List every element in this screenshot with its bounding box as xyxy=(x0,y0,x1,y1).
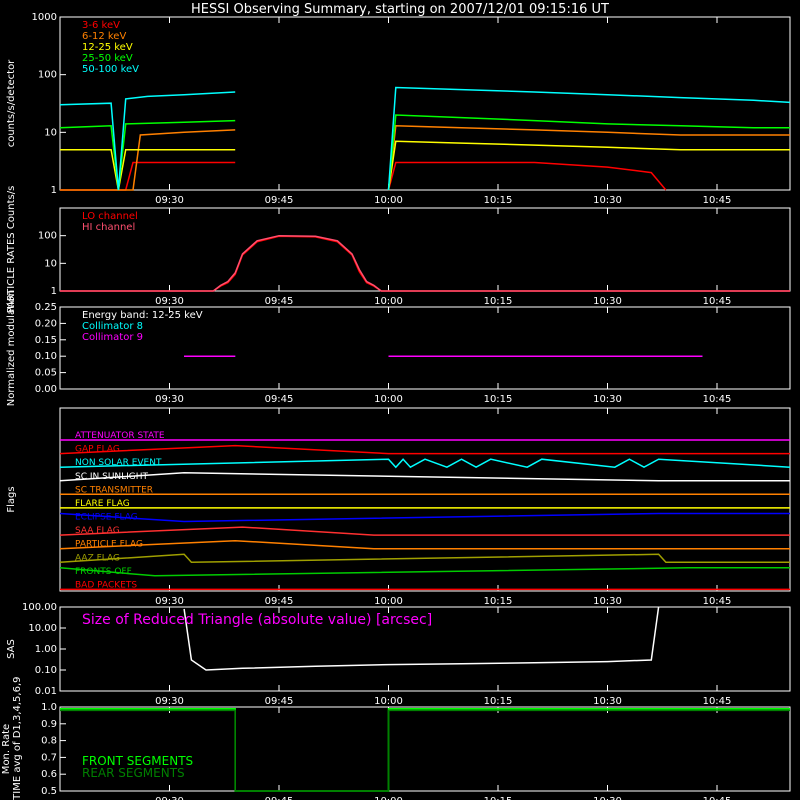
y-tick-label: 10.00 xyxy=(28,623,57,634)
y-tick-label: 0.25 xyxy=(35,302,57,313)
legend-entry: Collimator 9 xyxy=(82,332,143,343)
y-tick-label: 100 xyxy=(38,70,57,81)
x-tick-label: 10:00 xyxy=(374,394,403,405)
y-axis-label: LIVETIME avg of D1,3,4,5,6,9 xyxy=(12,676,23,800)
x-tick-label: 10:15 xyxy=(484,394,513,405)
y-tick-label: 0.00 xyxy=(35,384,57,395)
x-tick-label: 10:00 xyxy=(374,596,403,607)
x-tick-label: 09:45 xyxy=(265,796,294,800)
x-tick-label: 09:45 xyxy=(265,596,294,607)
legend-entry: 6-12 keV xyxy=(82,31,126,42)
y-tick-label: 10 xyxy=(44,258,57,269)
y-axis-label: Mon. Rate xyxy=(1,724,12,774)
legend-entry: 12-25 keV xyxy=(82,42,133,53)
y-tick-label: 1.0 xyxy=(41,702,57,713)
legend-entry: 25-50 keV xyxy=(82,53,133,64)
x-tick-label: 10:15 xyxy=(484,596,513,607)
x-tick-label: 09:45 xyxy=(265,394,294,405)
y-tick-label: 0.10 xyxy=(35,665,57,676)
x-tick-label: 09:30 xyxy=(155,796,184,800)
y-axis-label: SAS xyxy=(6,639,17,659)
legend-entry: 3-6 keV xyxy=(82,20,120,31)
x-tick-label: 10:30 xyxy=(593,296,622,307)
x-tick-label: 10:45 xyxy=(703,195,732,206)
flag-label: ATTENUATOR STATE xyxy=(75,431,165,441)
x-tick-label: 10:30 xyxy=(593,696,622,707)
y-tick-label: 0.10 xyxy=(35,351,57,362)
observing-summary-figure: HESSI Observing Summary, starting on 200… xyxy=(0,0,800,800)
x-tick-label: 10:45 xyxy=(703,296,732,307)
x-tick-label: 10:45 xyxy=(703,596,732,607)
x-tick-label: 10:45 xyxy=(703,394,732,405)
x-tick-label: 10:15 xyxy=(484,195,513,206)
flag-label: SC IN SUNLIGHT xyxy=(75,472,149,482)
y-tick-label: 1 xyxy=(51,286,57,297)
y-tick-label: 100.00 xyxy=(22,602,57,613)
y-tick-label: 0.8 xyxy=(41,736,57,747)
x-tick-label: 10:00 xyxy=(374,296,403,307)
y-tick-label: 0.15 xyxy=(35,335,57,346)
y-tick-label: 1 xyxy=(51,185,57,196)
y-tick-label: 100 xyxy=(38,231,57,242)
x-tick-label: 10:30 xyxy=(593,596,622,607)
flag-label: FRONTS OFF xyxy=(75,567,132,577)
y-tick-label: 0.6 xyxy=(41,769,57,780)
y-tick-label: 0.9 xyxy=(41,719,57,730)
x-tick-label: 10:30 xyxy=(593,394,622,405)
flag-label: NON SOLAR EVENT xyxy=(75,458,162,468)
x-tick-label: 09:30 xyxy=(155,596,184,607)
y-tick-label: 1000 xyxy=(32,12,57,23)
legend-entry: REAR SEGMENTS xyxy=(82,766,185,780)
y-tick-label: 0.5 xyxy=(41,786,57,797)
legend-entry: HI channel xyxy=(82,222,135,233)
flag-label: GAP FLAG xyxy=(75,445,120,455)
legend-entry: 50-100 keV xyxy=(82,64,139,75)
y-tick-label: 0.05 xyxy=(35,368,57,379)
y-axis-label: counts/s/detector xyxy=(6,59,17,147)
y-axis-label: Normalized modulation xyxy=(6,290,17,407)
y-tick-label: 0.01 xyxy=(35,686,57,697)
x-tick-label: 10:00 xyxy=(374,696,403,707)
x-tick-label: 09:30 xyxy=(155,195,184,206)
flag-label: AAZ FLAG xyxy=(75,553,120,563)
x-tick-label: 09:45 xyxy=(265,296,294,307)
x-tick-label: 10:00 xyxy=(374,796,403,800)
y-tick-label: 0.20 xyxy=(35,318,57,329)
flag-label: SAA FLAG xyxy=(75,526,120,536)
x-tick-label: 10:00 xyxy=(374,195,403,206)
flag-label: SC TRANSMITTER xyxy=(75,485,153,495)
flag-label: FLARE FLAG xyxy=(75,499,130,509)
x-tick-label: 09:45 xyxy=(265,195,294,206)
x-tick-label: 10:15 xyxy=(484,696,513,707)
x-tick-label: 10:15 xyxy=(484,796,513,800)
figure-title: HESSI Observing Summary, starting on 200… xyxy=(191,2,609,17)
flag-label: ECLIPSE FLAG xyxy=(75,513,138,523)
y-tick-label: 10 xyxy=(44,127,57,138)
flag-label: PARTICLE FLAG xyxy=(75,540,143,550)
y-axis-label: Flags xyxy=(6,486,17,512)
panel-title: Size of Reduced Triangle (absolute value… xyxy=(82,612,432,628)
x-tick-label: 09:45 xyxy=(265,696,294,707)
energy-band-label: Energy band: 12-25 keV xyxy=(82,310,203,321)
x-tick-label: 10:15 xyxy=(484,296,513,307)
legend-entry: LO channel xyxy=(82,211,138,222)
x-tick-label: 10:45 xyxy=(703,796,732,800)
x-tick-label: 10:30 xyxy=(593,796,622,800)
flag-label: BAD PACKETS xyxy=(75,580,137,590)
y-tick-label: 1.00 xyxy=(35,644,57,655)
x-tick-label: 09:30 xyxy=(155,296,184,307)
legend-entry: Collimator 8 xyxy=(82,321,143,332)
y-tick-label: 0.7 xyxy=(41,752,57,763)
x-tick-label: 09:30 xyxy=(155,696,184,707)
x-tick-label: 10:45 xyxy=(703,696,732,707)
x-tick-label: 09:30 xyxy=(155,394,184,405)
x-tick-label: 10:30 xyxy=(593,195,622,206)
